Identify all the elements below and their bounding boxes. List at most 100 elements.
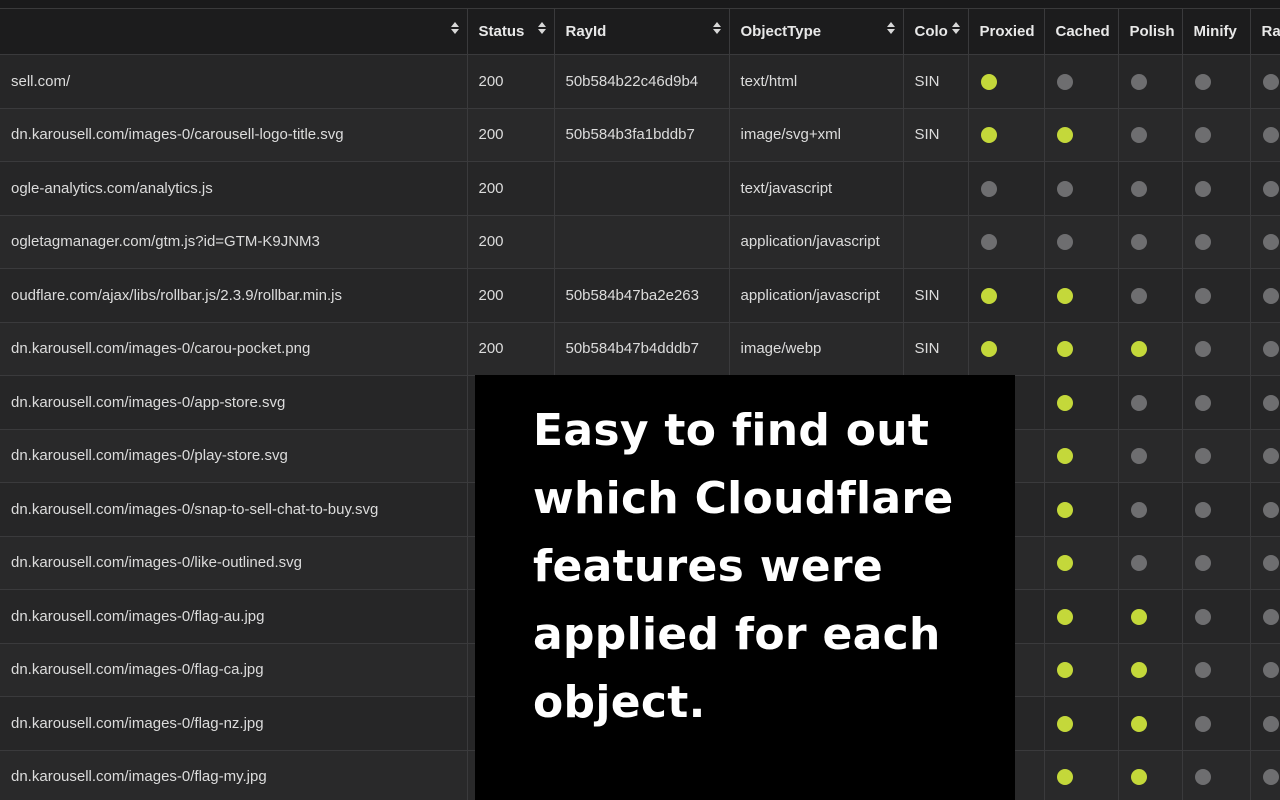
minify-status-dot-icon [1194,769,1211,786]
cached-cell [1044,589,1119,644]
cached-status-dot-icon [1056,341,1073,358]
cached-cell [1044,429,1119,483]
rayid-cell: 50b584b47ba2e263 [554,268,730,323]
sort-icon[interactable] [712,22,721,36]
url-cell: dn.karousell.com/images-0/play-store.svg [0,429,468,483]
column-header-minify[interactable]: Minify [1182,9,1251,55]
sort-icon[interactable] [886,22,895,36]
url-cell: dn.karousell.com/images-0/flag-ca.jpg [0,643,468,697]
rayid-cell [554,215,730,269]
polish-cell [1118,375,1183,430]
cached-status-dot-icon [1056,608,1073,625]
objecttype-cell: image/webp [729,322,904,376]
colo-cell [903,215,969,269]
minify-status-dot-icon [1194,501,1211,518]
minify-status-dot-icon [1194,662,1211,679]
ra-status-dot-icon [1262,555,1279,572]
ra-cell [1250,322,1280,376]
proxied-cell [968,161,1045,216]
ra-cell [1250,536,1280,590]
column-header-rayid[interactable]: RayId [554,9,730,55]
ra-status-dot-icon [1262,341,1279,358]
url-cell: dn.karousell.com/images-0/like-outlined.… [0,536,468,590]
polish-cell [1118,322,1183,376]
proxied-status-dot-icon [980,341,997,358]
polish-status-dot-icon [1130,769,1147,786]
cached-cell [1044,161,1119,216]
sort-icon[interactable] [951,22,960,36]
ra-status-dot-icon [1262,287,1279,304]
promo-caption-panel: Easy to find out which Cloudflare featur… [475,375,1015,800]
url-cell: ogletagmanager.com/gtm.js?id=GTM-K9JNM3 [0,215,468,269]
sort-icon[interactable] [537,22,546,36]
objecttype-cell: application/javascript [729,215,904,269]
cached-cell [1044,322,1119,376]
minify-cell [1182,589,1251,644]
table-row[interactable]: dn.karousell.com/images-0/carou-pocket.p… [0,322,1280,376]
cached-cell [1044,696,1119,751]
cached-cell [1044,268,1119,323]
minify-cell [1182,482,1251,537]
polish-cell [1118,161,1183,216]
table-row[interactable]: oudflare.com/ajax/libs/rollbar.js/2.3.9/… [0,268,1280,323]
colo-cell: SIN [903,54,969,109]
rayid-cell: 50b584b47b4dddb7 [554,322,730,376]
status-cell: 200 [467,54,555,109]
ra-cell [1250,268,1280,323]
minify-status-dot-icon [1194,394,1211,411]
ra-cell [1250,161,1280,216]
sort-icon[interactable] [450,22,459,36]
proxied-cell [968,108,1045,162]
table-row[interactable]: ogletagmanager.com/gtm.js?id=GTM-K9JNM3 2… [0,215,1280,269]
extension-screenshot: Status RayId ObjectType Colo Proxied Cac… [0,0,1280,800]
column-header-status[interactable]: Status [467,9,555,55]
table-row[interactable]: dn.karousell.com/images-0/carousell-logo… [0,108,1280,162]
cached-status-dot-icon [1056,234,1073,251]
cached-status-dot-icon [1056,662,1073,679]
polish-cell [1118,696,1183,751]
polish-cell [1118,429,1183,483]
objecttype-cell: text/html [729,54,904,109]
cached-status-dot-icon [1056,287,1073,304]
ra-cell [1250,643,1280,697]
ra-status-dot-icon [1262,180,1279,197]
ra-status-dot-icon [1262,448,1279,465]
polish-status-dot-icon [1130,608,1147,625]
cached-status-dot-icon [1056,394,1073,411]
ra-status-dot-icon [1262,394,1279,411]
url-cell: dn.karousell.com/images-0/carousell-logo… [0,108,468,162]
proxied-status-dot-icon [980,73,997,90]
column-header-colo[interactable]: Colo [903,9,969,55]
polish-cell [1118,54,1183,109]
rayid-cell: 50b584b22c46d9b4 [554,54,730,109]
cached-cell [1044,482,1119,537]
column-header-url[interactable] [0,9,468,55]
ra-cell [1250,108,1280,162]
polish-cell [1118,268,1183,323]
cached-status-dot-icon [1056,180,1073,197]
column-header-ra[interactable]: Ra [1250,9,1280,55]
ra-status-dot-icon [1262,127,1279,144]
column-header-objecttype[interactable]: ObjectType [729,9,904,55]
ra-status-dot-icon [1262,715,1279,732]
ra-cell [1250,589,1280,644]
minify-cell [1182,268,1251,323]
polish-status-dot-icon [1130,662,1147,679]
table-row[interactable]: sell.com/200 50b584b22c46d9b4 text/html SIN [0,54,1280,109]
url-cell: dn.karousell.com/images-0/flag-au.jpg [0,589,468,644]
column-header-cached[interactable]: Cached [1044,9,1119,55]
proxied-cell [968,54,1045,109]
ra-cell [1250,375,1280,430]
minify-status-dot-icon [1194,341,1211,358]
rayid-cell: 50b584b3fa1bddb7 [554,108,730,162]
column-header-proxied[interactable]: Proxied [968,9,1045,55]
table-row[interactable]: ogle-analytics.com/analytics.js 200 text/j… [0,161,1280,216]
top-toolbar [0,0,1280,9]
colo-cell: SIN [903,268,969,323]
proxied-cell [968,268,1045,323]
column-header-polish[interactable]: Polish [1118,9,1183,55]
cached-status-dot-icon [1056,127,1073,144]
ra-cell [1250,215,1280,269]
minify-cell [1182,536,1251,590]
minify-status-dot-icon [1194,715,1211,732]
